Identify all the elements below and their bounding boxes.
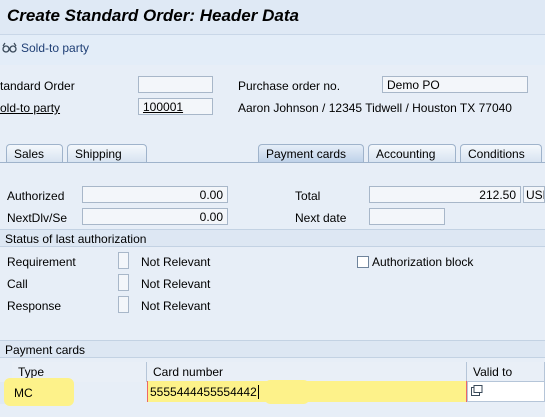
- status-section-header: Status of last authorization: [0, 229, 545, 247]
- tab-conditions[interactable]: Conditions: [460, 144, 542, 163]
- tab-label: Conditions: [468, 147, 525, 161]
- glasses-icon: [2, 41, 18, 55]
- currency-field[interactable]: USD: [523, 186, 545, 203]
- nextdlv-field[interactable]: 0.00: [82, 208, 228, 225]
- nextdlv-label: NextDlv/Se: [7, 211, 68, 225]
- authorization-block-checkbox[interactable]: [357, 256, 369, 268]
- tab-payment-cards[interactable]: Payment cards: [258, 144, 364, 163]
- call-indicator[interactable]: [118, 274, 129, 291]
- page-title: Create Standard Order: Header Data: [7, 6, 299, 25]
- sold-to-party-field[interactable]: 100001: [138, 98, 213, 115]
- call-label: Call: [7, 277, 28, 291]
- valid-to-help-icon[interactable]: [471, 385, 483, 399]
- sold-to-party-label: Sold-to party: [21, 41, 90, 55]
- card-type-cell[interactable]: MC: [14, 386, 33, 400]
- tab-label: Accounting: [376, 147, 436, 161]
- total-label: Total: [295, 189, 321, 203]
- response-indicator[interactable]: [118, 296, 129, 313]
- sold-to-description: Aaron Johnson / 12345 Tidwell / Houston …: [238, 101, 512, 115]
- tab-shipping[interactable]: Shipping: [67, 144, 147, 163]
- tab-accounting[interactable]: Accounting: [368, 144, 456, 163]
- response-label: Response: [7, 299, 62, 313]
- tab-label: Sales: [14, 147, 45, 161]
- requirement-label: Requirement: [7, 255, 76, 269]
- tab-sales[interactable]: Sales: [6, 144, 63, 163]
- authorization-block-label: Authorization block: [372, 255, 474, 269]
- call-value: Not Relevant: [141, 277, 211, 291]
- standard-order-field[interactable]: [138, 76, 213, 93]
- requirement-value: Not Relevant: [141, 255, 211, 269]
- po-number-field[interactable]: Demo PO: [382, 76, 528, 93]
- next-date-field[interactable]: [369, 208, 445, 225]
- payment-cards-header: Payment cards: [0, 340, 545, 358]
- column-valid-to[interactable]: Valid to: [467, 362, 545, 382]
- next-date-label: Next date: [295, 211, 347, 225]
- authorized-field[interactable]: 0.00: [82, 186, 228, 203]
- po-number-label: Purchase order no.: [238, 79, 341, 93]
- tab-label: Shipping: [75, 147, 122, 161]
- requirement-indicator[interactable]: [118, 252, 129, 269]
- column-card-number[interactable]: Card number: [147, 362, 467, 382]
- total-field[interactable]: 212.50: [369, 186, 521, 203]
- sold-to-party-field-label[interactable]: old-to party: [0, 101, 60, 115]
- card-number-highlight-tail: [265, 380, 309, 404]
- card-number-cell[interactable]: 5555444455554442: [150, 385, 259, 399]
- response-value: Not Relevant: [141, 299, 211, 313]
- tab-label: Payment cards: [266, 147, 347, 161]
- standard-order-label: tandard Order: [0, 79, 75, 93]
- tabstrip-border: [0, 162, 545, 163]
- sold-to-party-button[interactable]: Sold-to party: [2, 41, 89, 55]
- authorized-label: Authorized: [7, 189, 65, 203]
